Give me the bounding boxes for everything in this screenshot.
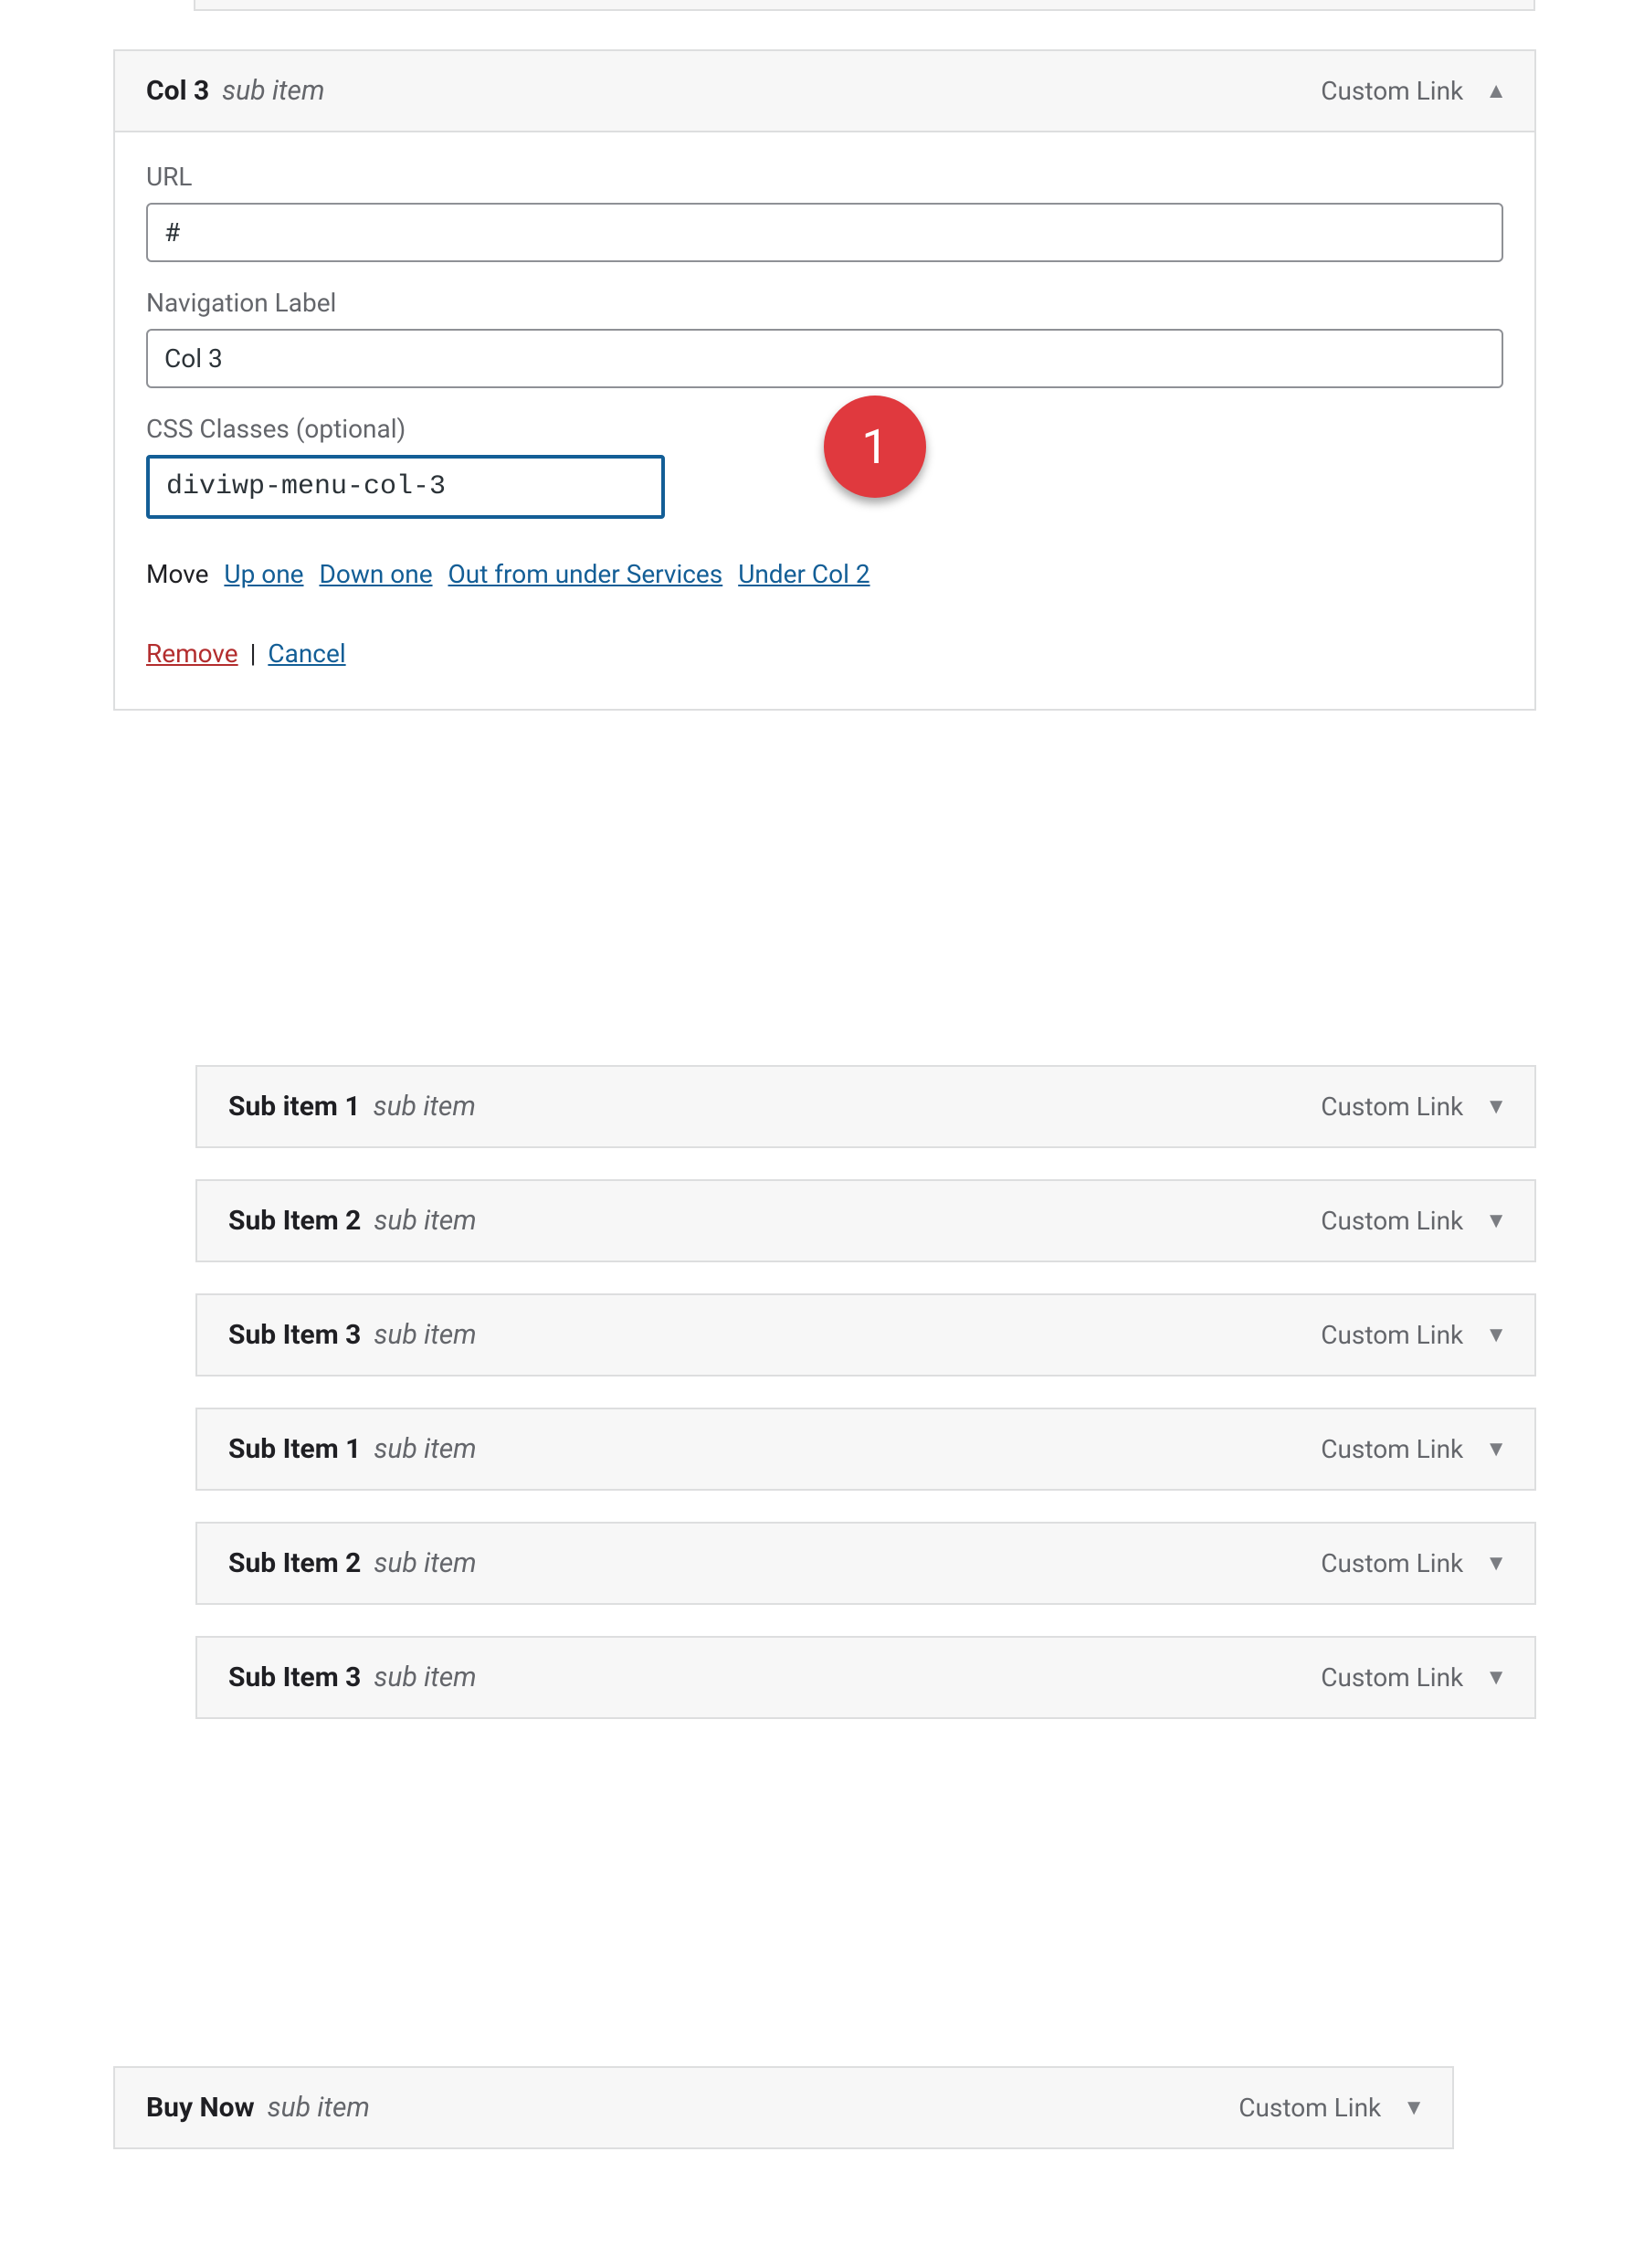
item-actions: Remove | Cancel	[146, 638, 1503, 669]
url-input[interactable]	[146, 203, 1503, 262]
menu-item-title: Sub Item 3	[228, 1319, 361, 1351]
menu-item-subtitle: sub item	[374, 1547, 476, 1579]
menu-item-header[interactable]: Sub Item 3 sub item Custom Link ▼	[197, 1638, 1534, 1717]
menu-item-subtitle: sub item	[268, 2092, 370, 2124]
menu-item-title: Sub Item 1	[228, 1433, 361, 1465]
menu-item-subtitle: sub item	[374, 1661, 476, 1693]
menu-item-type: Custom Link	[1321, 1206, 1463, 1236]
menu-item-title: Buy Now	[146, 2092, 255, 2124]
nav-label-input[interactable]	[146, 329, 1503, 388]
css-classes-input[interactable]	[146, 455, 665, 519]
collapsed-item-stub	[194, 0, 1535, 11]
menu-item-type: Custom Link	[1321, 1434, 1463, 1464]
menu-item-type: Custom Link	[1321, 1662, 1463, 1693]
menu-item-subtitle: sub item	[374, 1205, 476, 1237]
menu-item-type: Custom Link	[1321, 1320, 1463, 1350]
menu-item-type: Custom Link	[1238, 2093, 1381, 2123]
chevron-down-icon[interactable]: ▼	[1485, 1322, 1507, 1348]
menu-item-title: Sub item 1	[228, 1091, 361, 1123]
menu-item-settings: URL Navigation Label CSS Classes (option…	[115, 131, 1534, 709]
cancel-link[interactable]: Cancel	[268, 638, 345, 669]
move-under-link[interactable]: Under Col 2	[738, 559, 869, 589]
chevron-down-icon[interactable]: ▼	[1485, 1664, 1507, 1691]
menu-item-title: Sub Item 2	[228, 1547, 361, 1579]
chevron-down-icon[interactable]: ▼	[1485, 1436, 1507, 1462]
field-css-classes: CSS Classes (optional) 1	[146, 414, 1503, 519]
field-url: URL	[146, 162, 1503, 262]
menu-item-type: Custom Link	[1321, 1548, 1463, 1578]
annotation-badge-1: 1	[824, 396, 926, 498]
action-separator: |	[250, 638, 263, 669]
menu-item-header[interactable]: Sub item 1 sub item Custom Link ▼	[197, 1067, 1534, 1146]
menu-item-header[interactable]: Col 3 sub item Custom Link ▲	[115, 51, 1534, 131]
move-label: Move	[146, 559, 208, 589]
menu-item-title: Sub Item 2	[228, 1205, 361, 1237]
chevron-down-icon[interactable]: ▼	[1403, 2094, 1425, 2121]
menu-item-buy-now: Buy Now sub item Custom Link ▼	[113, 2066, 1454, 2149]
field-nav-label: Navigation Label	[146, 288, 1503, 388]
menu-item-header[interactable]: Sub Item 2 sub item Custom Link ▼	[197, 1181, 1534, 1261]
menu-item-subtitle: sub item	[222, 75, 324, 107]
remove-link[interactable]: Remove	[146, 638, 238, 669]
menu-item-header[interactable]: Buy Now sub item Custom Link ▼	[115, 2068, 1452, 2147]
menu-item-child: Sub Item 3 sub item Custom Link ▼	[195, 1636, 1536, 1719]
menu-item-child: Sub item 1 sub item Custom Link ▼	[195, 1065, 1536, 1148]
menu-item-child: Sub Item 3 sub item Custom Link ▼	[195, 1293, 1536, 1377]
move-down-link[interactable]: Down one	[319, 559, 432, 589]
move-controls: Move Up one Down one Out from under Serv…	[146, 559, 1503, 589]
move-up-link[interactable]: Up one	[224, 559, 303, 589]
menu-item-header[interactable]: Sub Item 2 sub item Custom Link ▼	[197, 1524, 1534, 1603]
menu-item-header[interactable]: Sub Item 1 sub item Custom Link ▼	[197, 1409, 1534, 1489]
menu-item-title: Sub Item 3	[228, 1661, 361, 1693]
menu-item-child: Sub Item 2 sub item Custom Link ▼	[195, 1179, 1536, 1262]
menu-item-subtitle: sub item	[374, 1433, 476, 1465]
chevron-down-icon[interactable]: ▼	[1485, 1550, 1507, 1577]
menu-item-subtitle: sub item	[374, 1091, 476, 1123]
chevron-down-icon[interactable]: ▼	[1485, 1208, 1507, 1234]
chevron-down-icon[interactable]: ▼	[1485, 1093, 1507, 1120]
menu-item-col-3: Col 3 sub item Custom Link ▲ URL Navigat…	[113, 49, 1536, 711]
child-items: Sub item 1 sub item Custom Link ▼ Sub It…	[195, 1065, 1536, 1750]
menu-item-child: Sub Item 1 sub item Custom Link ▼	[195, 1408, 1536, 1491]
menu-item-header[interactable]: Sub Item 3 sub item Custom Link ▼	[197, 1295, 1534, 1375]
nav-label: Navigation Label	[146, 288, 1503, 318]
url-label: URL	[146, 162, 1503, 192]
menu-item-child: Sub Item 2 sub item Custom Link ▼	[195, 1522, 1536, 1605]
menu-item-type: Custom Link	[1321, 1092, 1463, 1122]
menu-item-subtitle: sub item	[374, 1319, 476, 1351]
chevron-up-icon[interactable]: ▲	[1485, 78, 1507, 104]
menu-item-title: Col 3	[146, 75, 209, 107]
move-out-link[interactable]: Out from under Services	[448, 559, 723, 589]
menu-item-type: Custom Link	[1321, 76, 1463, 106]
